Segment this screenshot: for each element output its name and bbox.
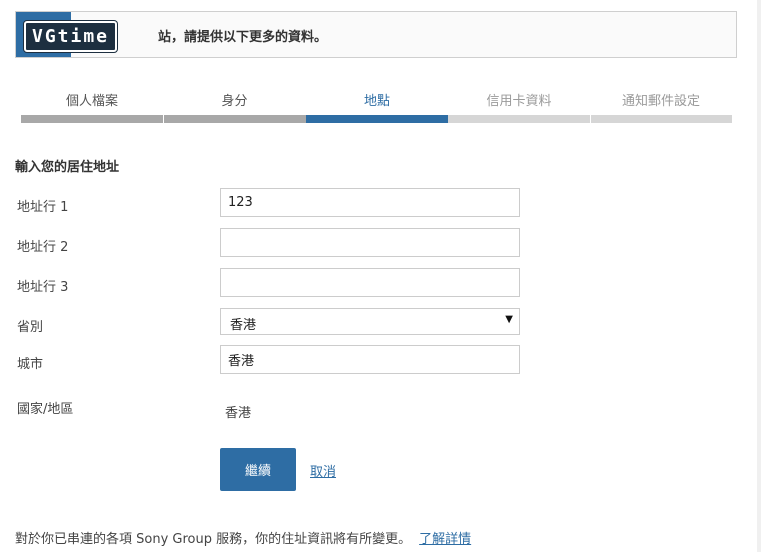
country-label: 國家/地區 <box>17 402 74 417</box>
dropdown-arrow-icon: ▼ <box>505 314 513 325</box>
step-location: 地點 <box>306 93 448 123</box>
page-edge <box>757 0 761 552</box>
step-credit-card: 信用卡資料 <box>448 93 590 123</box>
address3-label: 地址行 3 <box>17 280 69 295</box>
step-divider <box>163 115 164 123</box>
step-label: 身分 <box>221 94 248 109</box>
step-identity: 身分 <box>163 93 306 123</box>
section-title: 輸入您的居住地址 <box>15 160 120 175</box>
step-bar <box>590 115 732 123</box>
cancel-link[interactable]: 取消 <box>310 461 336 480</box>
address2-label: 地址行 2 <box>17 240 69 255</box>
step-profile: 個人檔案 <box>21 93 163 123</box>
step-bar <box>306 115 448 123</box>
province-select[interactable]: 香港 ▼ <box>220 308 520 335</box>
step-label: 信用卡資料 <box>486 94 552 109</box>
address2-input[interactable] <box>220 228 520 257</box>
step-bar <box>163 115 306 123</box>
learn-more-link[interactable]: 了解詳情 <box>419 532 471 547</box>
footer-note: 對於你已串連的各項 Sony Group 服務，你的住址資訊將有所變更。 了解詳情 <box>15 528 471 547</box>
country-value: 香港 <box>225 406 252 421</box>
info-banner: VGtime 站，請提供以下更多的資料。 <box>15 11 737 58</box>
address1-label: 地址行 1 <box>17 200 69 215</box>
step-label: 個人檔案 <box>65 94 118 109</box>
step-notification: 通知郵件設定 <box>590 93 732 123</box>
vgtime-logo: VGtime <box>24 21 118 52</box>
step-divider <box>590 115 591 123</box>
step-label: 通知郵件設定 <box>621 94 700 109</box>
step-bar <box>21 115 163 123</box>
continue-button[interactable]: 繼續 <box>220 448 296 491</box>
address3-input[interactable] <box>220 268 520 297</box>
banner-message: 站，請提供以下更多的資料。 <box>158 30 328 45</box>
city-label: 城市 <box>17 357 44 372</box>
step-bar <box>448 115 590 123</box>
city-input[interactable] <box>220 345 520 374</box>
address1-input[interactable] <box>220 188 520 217</box>
province-label: 省別 <box>17 320 44 335</box>
step-label: 地點 <box>363 94 390 109</box>
footer-text: 對於你已串連的各項 Sony Group 服務，你的住址資訊將有所變更。 <box>15 532 412 547</box>
province-selected-value: 香港 <box>230 318 257 333</box>
